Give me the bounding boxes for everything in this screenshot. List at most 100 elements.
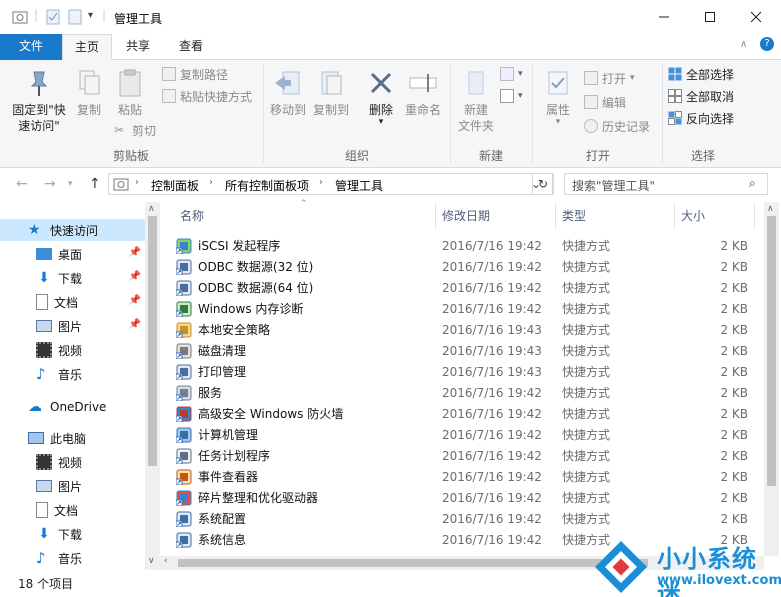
file-name: 计算机管理 (198, 428, 259, 442)
breadcrumb-control-panel[interactable]: 控制面板 (151, 177, 199, 194)
file-row[interactable]: iSCSI 发起程序 2016/7/16 19:42 快捷方式 2 KB (176, 235, 766, 256)
column-header-type[interactable]: 类型 (562, 202, 586, 230)
watermark-logo-icon (595, 541, 647, 593)
tab-view[interactable]: 查看 (167, 34, 215, 60)
nav-item-music[interactable]: ♪ 音乐 (0, 363, 145, 385)
copy-path-button[interactable]: 复制路径 (162, 64, 228, 84)
copy-to-button[interactable]: 复制到 (310, 68, 352, 118)
refresh-button[interactable]: ↻ (532, 173, 554, 195)
paste-button[interactable]: 粘贴 (112, 68, 148, 118)
new-item-button[interactable]: ▾ (500, 64, 523, 84)
pin-quick-access-button[interactable]: 固定到"快 速访问" (6, 68, 72, 134)
breadcrumb-chevron-icon[interactable]: › (319, 177, 323, 188)
nav-pc-downloads[interactable]: ⬇ 下载 (0, 523, 145, 545)
history-button[interactable]: 历史记录 (584, 116, 650, 136)
file-row[interactable]: ODBC 数据源(64 位) 2016/7/16 19:42 快捷方式 2 KB (176, 277, 766, 298)
recent-locations-icon[interactable]: ▾ (68, 179, 73, 189)
nav-this-pc[interactable]: 此电脑 (0, 427, 145, 449)
search-icon[interactable]: ⌕ (749, 176, 756, 191)
nav-item-pictures[interactable]: 图片 📌 (0, 315, 145, 337)
nav-item-documents[interactable]: 文档 📌 (0, 291, 145, 313)
file-row[interactable]: Windows 内存诊断 2016/7/16 19:42 快捷方式 2 KB (176, 298, 766, 319)
easy-access-button[interactable]: ▾ (500, 86, 523, 106)
quick-access-dropdown-icon[interactable]: ▾ (88, 10, 93, 21)
breadcrumb-chevron-icon[interactable]: › (135, 177, 139, 188)
address-bar[interactable]: › 控制面板 › 所有控制面板项 › 管理工具 ⌄ (108, 173, 553, 195)
new-folder-button[interactable]: 新建 文件夹 (454, 68, 498, 134)
properties-button[interactable]: 属性 ▾ (538, 68, 578, 127)
nav-pane-scrollbar[interactable]: ∧ ∨ (145, 202, 160, 570)
nav-item-desktop[interactable]: 桌面 📌 (0, 243, 145, 265)
column-header-size[interactable]: 大小 (681, 202, 705, 230)
tab-home[interactable]: 主页 (62, 34, 113, 61)
nav-pc-pictures[interactable]: 图片 (0, 475, 145, 497)
new-folder-quick-icon[interactable] (68, 9, 82, 25)
scroll-left-icon[interactable]: ‹ (164, 556, 168, 566)
control-panel-icon[interactable] (12, 9, 28, 25)
paste-shortcut-button[interactable]: 粘贴快捷方式 (162, 86, 252, 106)
copy-button[interactable]: 复制 (72, 68, 106, 118)
scroll-down-icon[interactable]: ∨ (148, 556, 155, 566)
file-row[interactable]: 磁盘清理 2016/7/16 19:43 快捷方式 2 KB (176, 340, 766, 361)
breadcrumb-chevron-icon[interactable]: › (209, 177, 213, 188)
horizontal-scroll-thumb[interactable] (178, 559, 648, 567)
nav-quick-access[interactable]: ★ 快速访问 (0, 219, 145, 241)
nav-pane-scroll-thumb[interactable] (148, 216, 157, 466)
column-separator[interactable] (674, 202, 675, 230)
nav-item-videos[interactable]: 视频 (0, 339, 145, 361)
help-icon[interactable]: ? (760, 37, 774, 51)
column-header-date[interactable]: 修改日期 (442, 202, 490, 230)
properties-quick-icon[interactable] (46, 9, 60, 25)
maximize-button[interactable] (687, 0, 733, 34)
column-separator[interactable] (555, 202, 556, 230)
tab-file[interactable]: 文件 (0, 34, 62, 60)
file-row[interactable]: 高级安全 Windows 防火墙 2016/7/16 19:42 快捷方式 2 KB (176, 403, 766, 424)
edit-button[interactable]: 编辑 (584, 92, 626, 112)
nav-pc-music[interactable]: ♪ 音乐 (0, 547, 145, 569)
rename-button[interactable]: 重命名 (402, 68, 444, 118)
breadcrumb-all-items[interactable]: 所有控制面板项 (225, 177, 309, 194)
breadcrumb-admin-tools[interactable]: 管理工具 (335, 177, 383, 194)
properties-label: 属性 (545, 103, 570, 117)
file-row[interactable]: 打印管理 2016/7/16 19:43 快捷方式 2 KB (176, 361, 766, 382)
nav-onedrive[interactable]: ☁ OneDrive (0, 396, 145, 418)
file-row[interactable]: 计算机管理 2016/7/16 19:42 快捷方式 2 KB (176, 424, 766, 445)
nav-item-downloads[interactable]: ⬇ 下载 📌 (0, 267, 145, 289)
scroll-up-icon[interactable]: ∧ (767, 204, 774, 214)
column-header-name[interactable]: 名称 (180, 202, 204, 230)
column-separator[interactable] (435, 202, 436, 230)
file-list-scroll-thumb[interactable] (767, 216, 776, 486)
collapse-ribbon-icon[interactable]: ∧ (740, 39, 747, 50)
file-row[interactable]: 事件查看器 2016/7/16 19:42 快捷方式 2 KB (176, 466, 766, 487)
tab-share[interactable]: 共享 (114, 34, 162, 60)
nav-pc-documents[interactable]: 文档 (0, 499, 145, 521)
move-to-icon (275, 71, 300, 95)
file-row[interactable]: 任务计划程序 2016/7/16 19:42 快捷方式 2 KB (176, 445, 766, 466)
invert-selection-button[interactable]: 反向选择 (668, 108, 734, 128)
cut-button[interactable]: ✂ 剪切 (114, 120, 156, 140)
nav-pc-videos[interactable]: 视频 (0, 451, 145, 473)
pin-icon: 📌 (128, 247, 141, 258)
file-row[interactable]: 碎片整理和优化驱动器 2016/7/16 19:42 快捷方式 2 KB (176, 487, 766, 508)
file-row[interactable]: ODBC 数据源(32 位) 2016/7/16 19:42 快捷方式 2 KB (176, 256, 766, 277)
move-to-button[interactable]: 移动到 (268, 68, 308, 118)
select-none-button[interactable]: 全部取消 (668, 86, 734, 106)
select-all-button[interactable]: 全部选择 (668, 64, 734, 84)
search-box[interactable]: 搜索"管理工具" ⌕ (564, 173, 768, 195)
minimize-button[interactable] (641, 0, 687, 34)
column-separator[interactable] (754, 202, 755, 230)
scroll-up-icon[interactable]: ∧ (148, 204, 155, 214)
file-row[interactable]: 系统配置 2016/7/16 19:42 快捷方式 2 KB (176, 508, 766, 529)
star-icon: ★ (28, 222, 41, 238)
close-button[interactable] (733, 0, 779, 34)
forward-arrow-icon[interactable]: → (44, 176, 56, 192)
file-row[interactable]: 本地安全策略 2016/7/16 19:43 快捷方式 2 KB (176, 319, 766, 340)
delete-button[interactable]: 删除 ▾ (364, 68, 398, 127)
up-arrow-icon[interactable]: ↑ (89, 176, 101, 192)
file-date: 2016/7/16 19:42 (442, 511, 542, 526)
clock-icon (176, 448, 192, 464)
file-row[interactable]: 服务 2016/7/16 19:42 快捷方式 2 KB (176, 382, 766, 403)
back-arrow-icon[interactable]: ← (16, 176, 28, 192)
open-button[interactable]: 打开 ▾ (584, 68, 635, 88)
file-list-scrollbar[interactable]: ∧ (764, 202, 779, 556)
